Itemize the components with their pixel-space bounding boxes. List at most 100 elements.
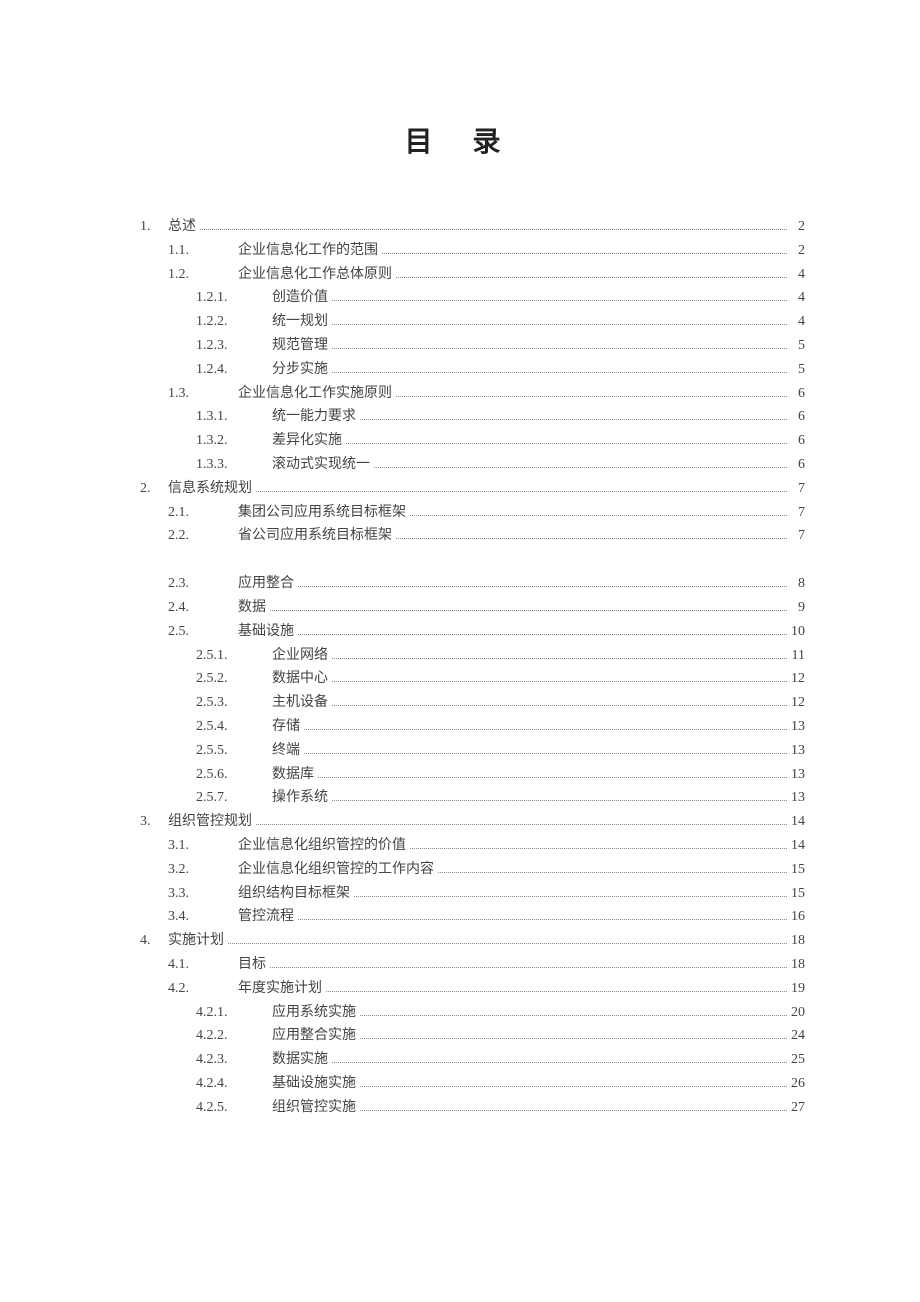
toc-entry[interactable]: 2.5.5.终端13 xyxy=(196,739,805,763)
toc-entry-number: 3.4. xyxy=(168,905,238,929)
toc-entry[interactable]: 1.3.2.差异化实施6 xyxy=(196,429,805,453)
toc-entry[interactable]: 2.3.应用整合8 xyxy=(168,572,805,596)
toc-leader-dots xyxy=(228,943,787,944)
toc-page-number: 6 xyxy=(791,405,805,429)
toc-entry-label: 数据 xyxy=(238,596,266,620)
toc-leader-dots xyxy=(332,300,787,301)
toc-leader-dots xyxy=(360,419,787,420)
toc-entry-label: 基础设施实施 xyxy=(272,1072,356,1096)
toc-leader-dots xyxy=(354,896,787,897)
toc-page-number: 15 xyxy=(791,858,805,882)
toc-entry-number: 2. xyxy=(140,477,168,501)
toc-entry-label: 年度实施计划 xyxy=(238,977,322,1001)
toc-entry[interactable]: 3.组织管控规划14 xyxy=(140,810,805,834)
toc-leader-dots xyxy=(304,729,787,730)
toc-entry[interactable]: 2.5.4.存储 13 xyxy=(196,715,805,739)
toc-leader-dots xyxy=(346,443,787,444)
toc-entry[interactable]: 2.5.7.操作系统13 xyxy=(196,786,805,810)
toc-entry[interactable]: 1.2.2.统一规划4 xyxy=(196,310,805,334)
toc-leader-dots xyxy=(360,1015,787,1016)
toc-page-number: 5 xyxy=(791,358,805,382)
toc-entry-label: 应用整合实施 xyxy=(272,1024,356,1048)
toc-entry[interactable]: 4.2.3.数据实施25 xyxy=(196,1048,805,1072)
toc-entry[interactable]: 2.5.6.数据库13 xyxy=(196,763,805,787)
toc-entry-label: 企业信息化工作的范围 xyxy=(238,239,378,263)
toc-entry[interactable]: 2.5.2.数据中心12 xyxy=(196,667,805,691)
toc-entry-number: 2.1. xyxy=(168,501,238,525)
toc-entry-label: 实施计划 xyxy=(168,929,224,953)
toc-entry[interactable]: 4.2.5.组织管控实施27 xyxy=(196,1096,805,1120)
toc-page-number: 4 xyxy=(791,286,805,310)
toc-entry-number: 1.3.2. xyxy=(196,429,272,453)
toc-entry-label: 省公司应用系统目标框架 xyxy=(238,524,392,548)
toc-page-number: 5 xyxy=(791,334,805,358)
toc-page-number: 20 xyxy=(791,1001,805,1025)
toc-entry-label: 规范管理 xyxy=(272,334,328,358)
toc-entry-label: 存储 xyxy=(272,715,300,739)
toc-entry-label: 操作系统 xyxy=(272,786,328,810)
toc-page-number: 2 xyxy=(791,215,805,239)
toc-leader-dots xyxy=(332,324,787,325)
toc-entry[interactable]: 3.3.组织结构目标框架15 xyxy=(168,882,805,906)
toc-page-number: 7 xyxy=(791,524,805,548)
toc-page-number: 13 xyxy=(791,715,805,739)
toc-entry-label: 组织管控实施 xyxy=(272,1096,356,1120)
toc-leader-dots xyxy=(410,848,787,849)
toc-page-number: 14 xyxy=(791,810,805,834)
toc-entry[interactable]: 1.2.1.创造价值4 xyxy=(196,286,805,310)
toc-entry-number: 4.2.4. xyxy=(196,1072,272,1096)
toc-entry-number: 3. xyxy=(140,810,168,834)
toc-page-number: 6 xyxy=(791,429,805,453)
toc-entry[interactable]: 2.2.省公司应用系统目标框架7 xyxy=(168,524,805,548)
toc-leader-dots xyxy=(438,872,787,873)
toc-entry[interactable]: 4.2.1.应用系统实施20 xyxy=(196,1001,805,1025)
toc-entry[interactable]: 2.4.数据 9 xyxy=(168,596,805,620)
toc-entry[interactable]: 2.5.基础设施10 xyxy=(168,620,805,644)
toc-entry-number: 2.4. xyxy=(168,596,238,620)
toc-entry-number: 1.2. xyxy=(168,263,238,287)
toc-entry[interactable]: 2.信息系统规划7 xyxy=(140,477,805,501)
toc-leader-dots xyxy=(332,800,787,801)
toc-entry-number: 2.5.4. xyxy=(196,715,272,739)
toc-entry[interactable]: 2.5.1.企业网络11 xyxy=(196,644,805,668)
toc-entry[interactable]: 4.2.2.应用整合实施24 xyxy=(196,1024,805,1048)
toc-page-number: 13 xyxy=(791,739,805,763)
toc-entry-number: 1.2.1. xyxy=(196,286,272,310)
toc-entry[interactable]: 1.1.企业信息化工作的范围2 xyxy=(168,239,805,263)
toc-entry-number: 1.2.3. xyxy=(196,334,272,358)
toc-leader-dots xyxy=(304,753,787,754)
toc-leader-dots xyxy=(374,467,787,468)
toc-page-number: 9 xyxy=(791,596,805,620)
toc-entry[interactable]: 1.2.4.分步实施5 xyxy=(196,358,805,382)
toc-entry-number: 4.2.3. xyxy=(196,1048,272,1072)
toc-leader-dots xyxy=(332,1062,787,1063)
toc-entry[interactable]: 1.总述2 xyxy=(140,215,805,239)
toc-entry[interactable]: 4.2.4.基础设施实施26 xyxy=(196,1072,805,1096)
toc-entry[interactable]: 1.3.企业信息化工作实施原则6 xyxy=(168,382,805,406)
toc-entry-number: 3.2. xyxy=(168,858,238,882)
toc-entry[interactable]: 4.实施计划18 xyxy=(140,929,805,953)
toc-leader-dots xyxy=(200,229,787,230)
toc-entry[interactable]: 4.2.年度实施计划19 xyxy=(168,977,805,1001)
toc-entry[interactable]: 2.5.3.主机设备12 xyxy=(196,691,805,715)
toc-entry-label: 组织结构目标框架 xyxy=(238,882,350,906)
toc-entry[interactable]: 4.1.目标18 xyxy=(168,953,805,977)
toc-entry[interactable]: 3.1.企业信息化组织管控的价值14 xyxy=(168,834,805,858)
toc-leader-dots xyxy=(360,1038,787,1039)
toc-entry[interactable]: 3.4.管控流程16 xyxy=(168,905,805,929)
toc-entry-number: 1.2.4. xyxy=(196,358,272,382)
toc-entry[interactable]: 1.3.1.统一能力要求6 xyxy=(196,405,805,429)
toc-entry[interactable]: 1.2.3.规范管理 5 xyxy=(196,334,805,358)
toc-entry-number: 2.5.3. xyxy=(196,691,272,715)
toc-leader-dots xyxy=(270,967,787,968)
toc-entry[interactable]: 2.1.集团公司应用系统目标框架7 xyxy=(168,501,805,525)
toc-entry-number: 2.5.6. xyxy=(196,763,272,787)
toc-leader-dots xyxy=(256,491,787,492)
toc-entry[interactable]: 1.2.企业信息化工作总体原则4 xyxy=(168,263,805,287)
toc-entry-label: 企业信息化组织管控的工作内容 xyxy=(238,858,434,882)
toc-entry-label: 信息系统规划 xyxy=(168,477,252,501)
toc-page-number: 12 xyxy=(791,667,805,691)
toc-entry[interactable]: 3.2.企业信息化组织管控的工作内容 15 xyxy=(168,858,805,882)
toc-entry[interactable]: 1.3.3.滚动式实现统一6 xyxy=(196,453,805,477)
toc-leader-dots xyxy=(396,538,787,539)
